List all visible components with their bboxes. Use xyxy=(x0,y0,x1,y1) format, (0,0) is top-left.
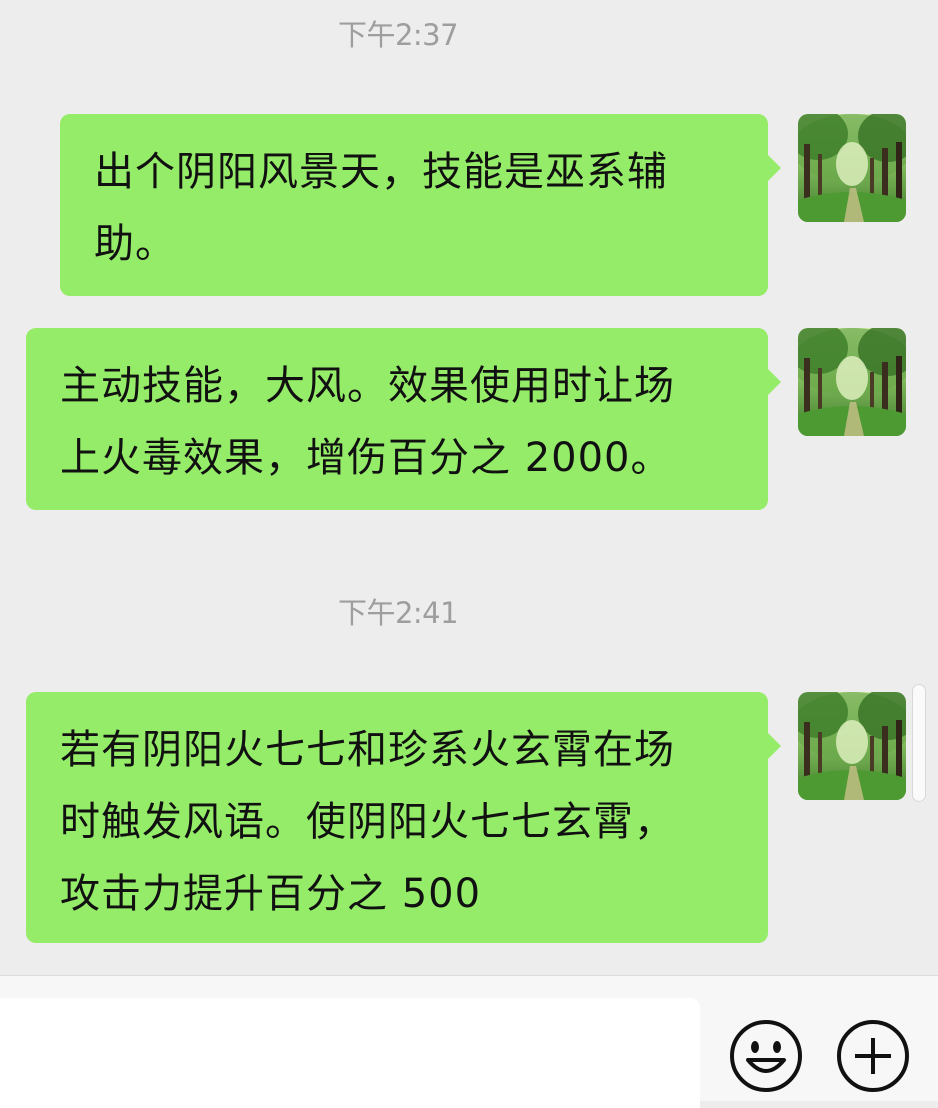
emoji-button[interactable] xyxy=(728,1018,804,1094)
message-input[interactable] xyxy=(0,998,700,1108)
message-line: 时触发风语。使阴阳火七七玄霄， xyxy=(60,799,675,845)
input-bar xyxy=(0,975,938,1108)
forest-path-avatar-icon xyxy=(798,692,906,800)
message-bubble[interactable]: 主动技能，大风。效果使用时让场 上火毒效果，增伤百分之 2000。 xyxy=(26,328,781,510)
message-line: 上火毒效果，增伤百分之 2000。 xyxy=(60,435,672,481)
forest-path-avatar-icon xyxy=(798,114,906,222)
message-line: 出个阴阳风景天，技能是巫系辅 xyxy=(94,149,668,195)
smiley-face-icon xyxy=(730,1020,802,1092)
avatar[interactable] xyxy=(798,692,906,800)
message-line: 助。 xyxy=(94,221,176,267)
message-bubble[interactable]: 若有阴阳火七七和珍系火玄霄在场 时触发风语。使阴阳火七七玄霄， 攻击力提升百分之… xyxy=(26,692,781,943)
message-bubble[interactable]: 出个阴阳风景天，技能是巫系辅 助。 xyxy=(60,114,781,296)
message-timestamp: 下午2:41 xyxy=(337,596,459,630)
avatar[interactable] xyxy=(798,114,906,222)
more-button[interactable] xyxy=(835,1018,911,1094)
chat-message-area[interactable]: 下午2:37 出个阴阳风景天，技能是巫系辅 助。 主动技能，大风。效果使用时让场… xyxy=(0,0,938,975)
message-line: 主动技能，大风。效果使用时让场 xyxy=(60,363,675,409)
message-line: 攻击力提升百分之 500 xyxy=(60,871,482,917)
avatar[interactable] xyxy=(798,328,906,436)
plus-circle-icon xyxy=(837,1020,909,1092)
forest-path-avatar-icon xyxy=(798,328,906,436)
scrollbar[interactable] xyxy=(912,684,926,802)
message-line: 若有阴阳火七七和珍系火玄霄在场 xyxy=(60,727,675,773)
message-timestamp: 下午2:37 xyxy=(337,18,459,52)
